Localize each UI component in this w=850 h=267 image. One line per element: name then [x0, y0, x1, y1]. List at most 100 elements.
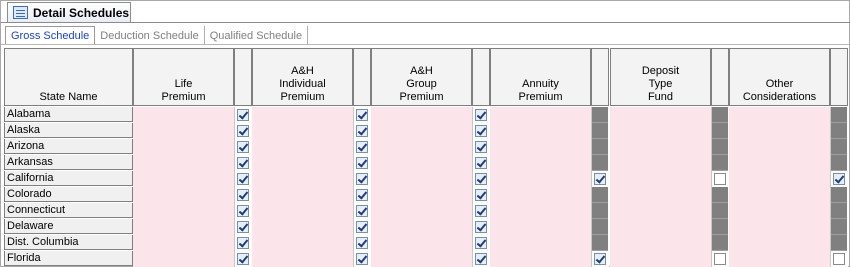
row-checkbox[interactable]	[594, 253, 606, 265]
amount-cell[interactable]	[610, 171, 711, 187]
amount-cell[interactable]	[610, 251, 711, 267]
column-header-5[interactable]: Other Considerations	[729, 48, 830, 106]
row-checkbox[interactable]	[237, 189, 249, 201]
window-tab-detail-schedules[interactable]: Detail Schedules	[7, 2, 131, 22]
amount-cell[interactable]	[133, 123, 234, 139]
amount-cell[interactable]	[252, 155, 353, 171]
row-checkbox[interactable]	[475, 157, 487, 169]
amount-cell[interactable]	[729, 187, 830, 203]
amount-cell[interactable]	[490, 235, 591, 251]
amount-cell[interactable]	[610, 123, 711, 139]
amount-cell[interactable]	[252, 107, 353, 123]
row-checkbox[interactable]	[356, 221, 368, 233]
row-checkbox[interactable]	[237, 221, 249, 233]
amount-cell[interactable]	[610, 219, 711, 235]
amount-cell[interactable]	[610, 187, 711, 203]
row-checkbox[interactable]	[237, 237, 249, 249]
amount-cell[interactable]	[133, 155, 234, 171]
amount-cell[interactable]	[371, 187, 472, 203]
row-checkbox[interactable]	[833, 173, 845, 185]
amount-cell[interactable]	[133, 203, 234, 219]
amount-cell[interactable]	[490, 171, 591, 187]
column-header-0[interactable]: Life Premium	[133, 48, 234, 106]
row-checkbox[interactable]	[475, 141, 487, 153]
row-checkbox[interactable]	[356, 205, 368, 217]
row-checkbox[interactable]	[475, 109, 487, 121]
amount-cell[interactable]	[133, 219, 234, 235]
row-checkbox[interactable]	[356, 237, 368, 249]
amount-cell[interactable]	[729, 203, 830, 219]
row-checkbox[interactable]	[356, 253, 368, 265]
column-header-checkbox-4[interactable]	[711, 48, 729, 106]
row-checkbox[interactable]	[237, 141, 249, 153]
amount-cell[interactable]	[371, 235, 472, 251]
amount-cell[interactable]	[610, 235, 711, 251]
amount-cell[interactable]	[371, 251, 472, 267]
amount-cell[interactable]	[252, 139, 353, 155]
amount-cell[interactable]	[490, 251, 591, 267]
column-header-checkbox-5[interactable]	[830, 48, 848, 106]
column-header-checkbox-2[interactable]	[472, 48, 490, 106]
amount-cell[interactable]	[610, 139, 711, 155]
amount-cell[interactable]	[371, 123, 472, 139]
tab-gross-schedule[interactable]: Gross Schedule	[5, 26, 96, 45]
column-header-checkbox-1[interactable]	[353, 48, 371, 106]
amount-cell[interactable]	[252, 251, 353, 267]
amount-cell[interactable]	[610, 107, 711, 123]
row-checkbox[interactable]	[475, 125, 487, 137]
column-header-checkbox-3[interactable]	[591, 48, 609, 106]
column-header-checkbox-0[interactable]	[234, 48, 252, 106]
amount-cell[interactable]	[252, 123, 353, 139]
amount-cell[interactable]	[252, 187, 353, 203]
amount-cell[interactable]	[729, 171, 830, 187]
amount-cell[interactable]	[490, 203, 591, 219]
row-checkbox[interactable]	[356, 141, 368, 153]
amount-cell[interactable]	[133, 251, 234, 267]
row-checkbox[interactable]	[475, 221, 487, 233]
amount-cell[interactable]	[490, 219, 591, 235]
amount-cell[interactable]	[490, 107, 591, 123]
amount-cell[interactable]	[729, 123, 830, 139]
row-checkbox[interactable]	[714, 253, 726, 265]
amount-cell[interactable]	[133, 139, 234, 155]
amount-cell[interactable]	[729, 219, 830, 235]
amount-cell[interactable]	[610, 203, 711, 219]
row-checkbox[interactable]	[714, 173, 726, 185]
amount-cell[interactable]	[371, 107, 472, 123]
amount-cell[interactable]	[729, 235, 830, 251]
amount-cell[interactable]	[490, 123, 591, 139]
amount-cell[interactable]	[252, 219, 353, 235]
amount-cell[interactable]	[490, 139, 591, 155]
row-checkbox[interactable]	[833, 253, 845, 265]
amount-cell[interactable]	[371, 155, 472, 171]
amount-cell[interactable]	[252, 203, 353, 219]
row-checkbox[interactable]	[475, 205, 487, 217]
row-checkbox[interactable]	[237, 205, 249, 217]
amount-cell[interactable]	[252, 235, 353, 251]
row-checkbox[interactable]	[356, 109, 368, 121]
amount-cell[interactable]	[490, 187, 591, 203]
state-name-header[interactable]: State Name	[4, 48, 133, 106]
column-header-4[interactable]: Deposit Type Fund	[610, 48, 711, 106]
amount-cell[interactable]	[610, 155, 711, 171]
row-checkbox[interactable]	[475, 173, 487, 185]
row-checkbox[interactable]	[475, 189, 487, 201]
amount-cell[interactable]	[729, 251, 830, 267]
tab-deduction-schedule[interactable]: Deduction Schedule	[95, 26, 205, 45]
row-checkbox[interactable]	[356, 157, 368, 169]
amount-cell[interactable]	[371, 203, 472, 219]
amount-cell[interactable]	[490, 155, 591, 171]
amount-cell[interactable]	[133, 171, 234, 187]
amount-cell[interactable]	[371, 139, 472, 155]
amount-cell[interactable]	[371, 219, 472, 235]
row-checkbox[interactable]	[475, 253, 487, 265]
row-checkbox[interactable]	[356, 189, 368, 201]
amount-cell[interactable]	[252, 171, 353, 187]
amount-cell[interactable]	[729, 139, 830, 155]
row-checkbox[interactable]	[594, 173, 606, 185]
amount-cell[interactable]	[133, 235, 234, 251]
amount-cell[interactable]	[729, 107, 830, 123]
column-header-1[interactable]: A&H Individual Premium	[252, 48, 353, 106]
row-checkbox[interactable]	[475, 237, 487, 249]
row-checkbox[interactable]	[237, 125, 249, 137]
